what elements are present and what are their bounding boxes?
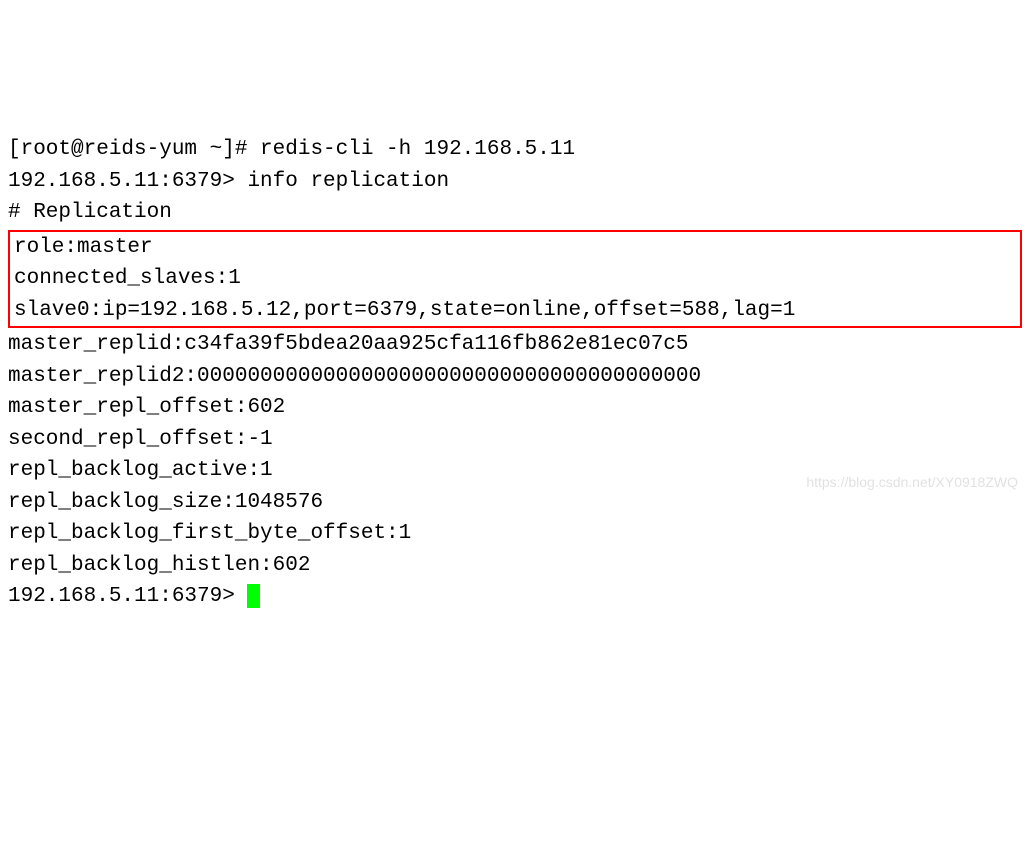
watermark-text: https://blog.csdn.net/XY0918ZWQ xyxy=(806,472,1018,493)
terminal-line-prompt-command: 192.168.5.11:6379> info replication xyxy=(8,166,1022,198)
cursor-icon xyxy=(247,584,260,608)
terminal-line-master-replid2: master_replid2:0000000000000000000000000… xyxy=(8,361,1022,393)
terminal-line-master-repl-offset: master_repl_offset:602 xyxy=(8,392,1022,424)
terminal-line-slave0: slave0:ip=192.168.5.12,port=6379,state=o… xyxy=(14,295,1016,327)
terminal-line-connected-slaves: connected_slaves:1 xyxy=(14,263,1016,295)
terminal-line-section-header: # Replication xyxy=(8,197,1022,229)
highlighted-replication-box: role:masterconnected_slaves:1slave0:ip=1… xyxy=(8,230,1022,329)
terminal-prompt-text: 192.168.5.11:6379> xyxy=(8,585,247,608)
terminal-line-role: role:master xyxy=(14,232,1016,264)
terminal-line-prompt-cursor[interactable]: 192.168.5.11:6379> xyxy=(8,581,1022,613)
terminal-line-master-replid: master_replid:c34fa39f5bdea20aa925cfa116… xyxy=(8,329,1022,361)
terminal-line-second-repl-offset: second_repl_offset:-1 xyxy=(8,424,1022,456)
terminal-line-repl-backlog-first-byte-offset: repl_backlog_first_byte_offset:1 xyxy=(8,518,1022,550)
terminal-line-repl-backlog-histlen: repl_backlog_histlen:602 xyxy=(8,550,1022,582)
terminal-line-command: [root@reids-yum ~]# redis-cli -h 192.168… xyxy=(8,134,1022,166)
